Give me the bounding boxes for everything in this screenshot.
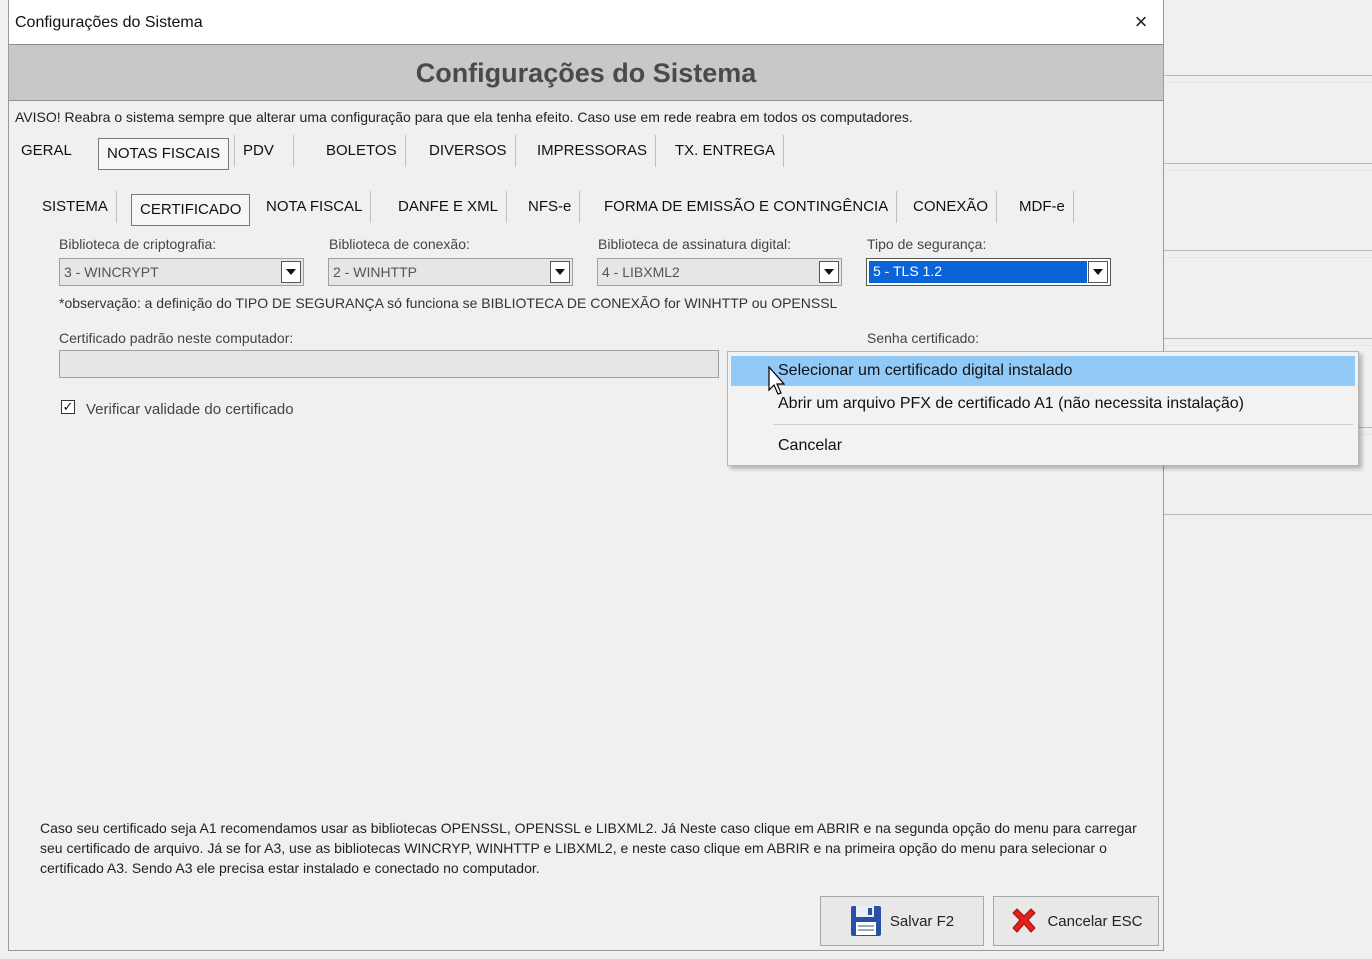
chevron-down-icon[interactable] (1088, 261, 1108, 283)
security-type-select[interactable]: 5 - TLS 1.2 (866, 258, 1111, 286)
verify-validity-checkbox[interactable]: ✓ (61, 400, 75, 414)
tab-tx-entrega[interactable]: TX. ENTREGA (667, 135, 785, 167)
save-button-label: Salvar F2 (889, 912, 955, 930)
mouse-cursor-icon (768, 366, 786, 395)
page-banner: Configurações do Sistema (9, 44, 1163, 101)
tab-geral[interactable]: GERAL (13, 135, 80, 167)
crypto-lib-select[interactable]: 3 - WINCRYPT (59, 258, 304, 286)
menu-item-open-pfx[interactable]: Abrir um arquivo PFX de certificado A1 (… (731, 389, 1355, 419)
chevron-down-icon[interactable] (819, 261, 839, 283)
window-title: Configurações do Sistema (15, 14, 203, 31)
tab-diversos[interactable]: DIVERSOS (421, 135, 516, 167)
menu-item-select-installed[interactable]: Selecionar um certificado digital instal… (731, 356, 1355, 386)
tab-nfs-e[interactable]: NFS-e (520, 191, 581, 223)
security-note: *observação: a definição do TIPO DE SEGU… (59, 295, 838, 311)
menu-separator (773, 424, 1353, 425)
cancel-button[interactable]: Cancelar ESC (993, 896, 1159, 946)
tab-sistema[interactable]: SISTEMA (34, 191, 117, 223)
cancel-button-label: Cancelar ESC (1047, 912, 1143, 930)
save-button[interactable]: Salvar F2 (820, 896, 984, 946)
settings-dialog: Configurações do Sistema × Configurações… (8, 0, 1164, 951)
tab-certificado[interactable]: CERTIFICADO (131, 194, 251, 226)
floppy-disk-icon (850, 906, 881, 936)
tab-mdf-e[interactable]: MDF-e (1011, 191, 1074, 223)
warning-notice: AVISO! Reabra o sistema sempre que alter… (15, 109, 913, 125)
certificate-context-menu: Selecionar um certificado digital instal… (727, 351, 1359, 466)
tab-boletos[interactable]: BOLETOS (318, 135, 406, 167)
sign-lib-value: 4 - LIBXML2 (602, 264, 680, 280)
page-title: Configurações do Sistema (415, 58, 757, 88)
chevron-down-icon[interactable] (550, 261, 570, 283)
info-text: Caso seu certificado seja A1 recomendamo… (40, 820, 1137, 876)
tab-notas-fiscais[interactable]: NOTAS FISCAIS (98, 138, 230, 170)
conn-lib-value: 2 - WINHTTP (333, 264, 417, 280)
tab-nota-fiscal[interactable]: NOTA FISCAL (258, 191, 372, 223)
conn-lib-label: Biblioteca de conexão: (329, 236, 470, 252)
chevron-down-icon[interactable] (281, 261, 301, 283)
menu-item-cancel[interactable]: Cancelar (731, 431, 1355, 461)
security-type-value: 5 - TLS 1.2 (868, 260, 1088, 284)
tab-danfe-xml[interactable]: DANFE E XML (390, 191, 508, 223)
conn-lib-select[interactable]: 2 - WINHTTP (328, 258, 573, 286)
default-cert-label: Certificado padrão neste computador: (59, 330, 294, 346)
title-bar: Configurações do Sistema × (9, 0, 1163, 44)
default-cert-field[interactable] (59, 350, 719, 378)
verify-validity-label: Verificar validade do certificado (86, 401, 294, 418)
crypto-lib-label: Biblioteca de criptografia: (59, 236, 217, 252)
tab-conexao[interactable]: CONEXÃO (905, 191, 998, 223)
sign-lib-label: Biblioteca de assinatura digital: (598, 236, 792, 252)
tab-pdv[interactable]: PDV (234, 135, 294, 167)
red-x-icon (1012, 908, 1037, 933)
tab-forma-emissao[interactable]: FORMA DE EMISSÃO E CONTINGÊNCIA (596, 191, 898, 223)
security-type-label: Tipo de segurança: (867, 236, 987, 252)
crypto-lib-value: 3 - WINCRYPT (64, 264, 159, 280)
tab-impressoras[interactable]: IMPRESSORAS (529, 135, 657, 167)
background-window (1164, 0, 1372, 959)
sign-lib-select[interactable]: 4 - LIBXML2 (597, 258, 842, 286)
cert-password-label: Senha certificado: (867, 330, 980, 346)
close-icon[interactable]: × (1129, 10, 1153, 34)
